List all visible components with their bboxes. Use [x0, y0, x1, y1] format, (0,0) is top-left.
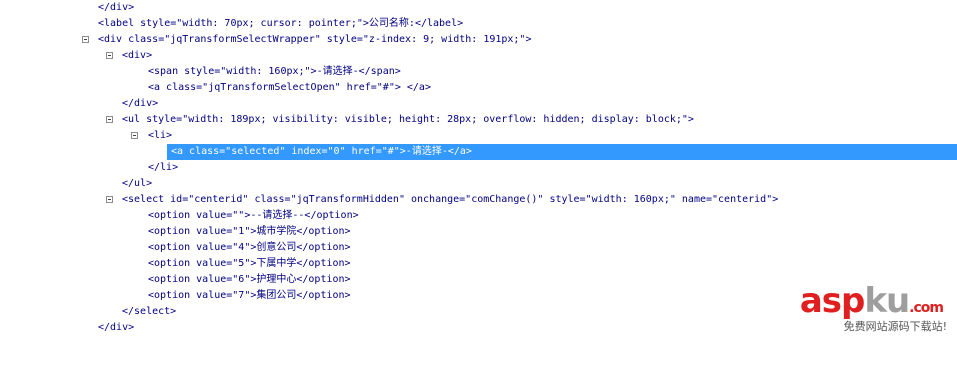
tree-row[interactable]: <div>	[0, 48, 957, 64]
tree-row[interactable]: <span style="width: 160px;">-请选择-</span>	[0, 64, 957, 80]
ul-node: <ul style="width: 189px; visibility: vis…	[122, 114, 694, 125]
tree-row[interactable]: <label style="width: 70px; cursor: point…	[0, 16, 957, 32]
select-node: <select id="centerid" class="jqTransform…	[122, 194, 779, 205]
aspku-watermark: aspku.com 免费网站源码下载站!	[781, 282, 951, 334]
tree-row[interactable]: <option value="5">下属中学</option>	[0, 256, 957, 272]
tree-row[interactable]: <option value="">--请选择--</option>	[0, 208, 957, 224]
collapse-toggle-icon[interactable]	[106, 196, 113, 203]
select-wrapper-div-node: <div class="jqTransformSelectWrapper" st…	[98, 34, 532, 45]
tree-row[interactable]: <ul style="width: 189px; visibility: vis…	[0, 112, 957, 128]
collapse-toggle-icon[interactable]	[106, 52, 113, 59]
tree-row[interactable]: <a class="jqTransformSelectOpen" href="#…	[0, 80, 957, 96]
watermark-asp: asp	[799, 281, 866, 321]
watermark-subtitle: 免费网站源码下载站!	[843, 320, 947, 333]
tree-row[interactable]: </li>	[0, 160, 957, 176]
closing-li: </li>	[148, 162, 179, 173]
closing-div: </div>	[98, 322, 135, 333]
option-node: <option value="5">下属中学</option>	[148, 258, 351, 269]
collapse-toggle-icon[interactable]	[106, 116, 113, 123]
closing-select: </select>	[122, 306, 177, 317]
closing-div: </div>	[122, 98, 159, 109]
watermark-com: .com	[909, 300, 944, 316]
li-node: <li>	[148, 130, 173, 141]
option-node: <option value="6">护理中心</option>	[148, 274, 351, 285]
tree-row[interactable]: </div>	[0, 96, 957, 112]
option-node: <option value="">--请选择--</option>	[148, 210, 359, 221]
tree-row[interactable]: <select id="centerid" class="jqTransform…	[0, 192, 957, 208]
tree-row[interactable]: </div>	[0, 0, 957, 16]
option-node: <option value="4">创意公司</option>	[148, 242, 351, 253]
closing-ul: </ul>	[122, 178, 153, 189]
collapse-toggle-icon[interactable]	[131, 132, 138, 139]
selected-anchor-node: <a class="selected" index="0" href="#">-…	[171, 146, 472, 157]
tree-row[interactable]: </ul>	[0, 176, 957, 192]
option-node: <option value="1">城市学院</option>	[148, 226, 351, 237]
span-node: <span style="width: 160px;">-请选择-</span>	[148, 66, 401, 77]
tree-row[interactable]: <option value="1">城市学院</option>	[0, 224, 957, 240]
tree-row[interactable]: <li>	[0, 128, 957, 144]
anchor-node: <a class="jqTransformSelectOpen" href="#…	[148, 82, 431, 93]
collapse-toggle-icon[interactable]	[82, 36, 89, 43]
div-node: <div>	[122, 50, 153, 61]
tree-row[interactable]: <div class="jqTransformSelectWrapper" st…	[0, 32, 957, 48]
watermark-ku: ku	[864, 281, 910, 321]
option-node: <option value="7">集团公司</option>	[148, 290, 351, 301]
tree-row-selected[interactable]: <a class="selected" index="0" href="#">-…	[167, 144, 957, 160]
tree-row[interactable]: <option value="4">创意公司</option>	[0, 240, 957, 256]
label-node: <label style="width: 70px; cursor: point…	[98, 18, 464, 29]
closing-div: </div>	[98, 2, 135, 13]
